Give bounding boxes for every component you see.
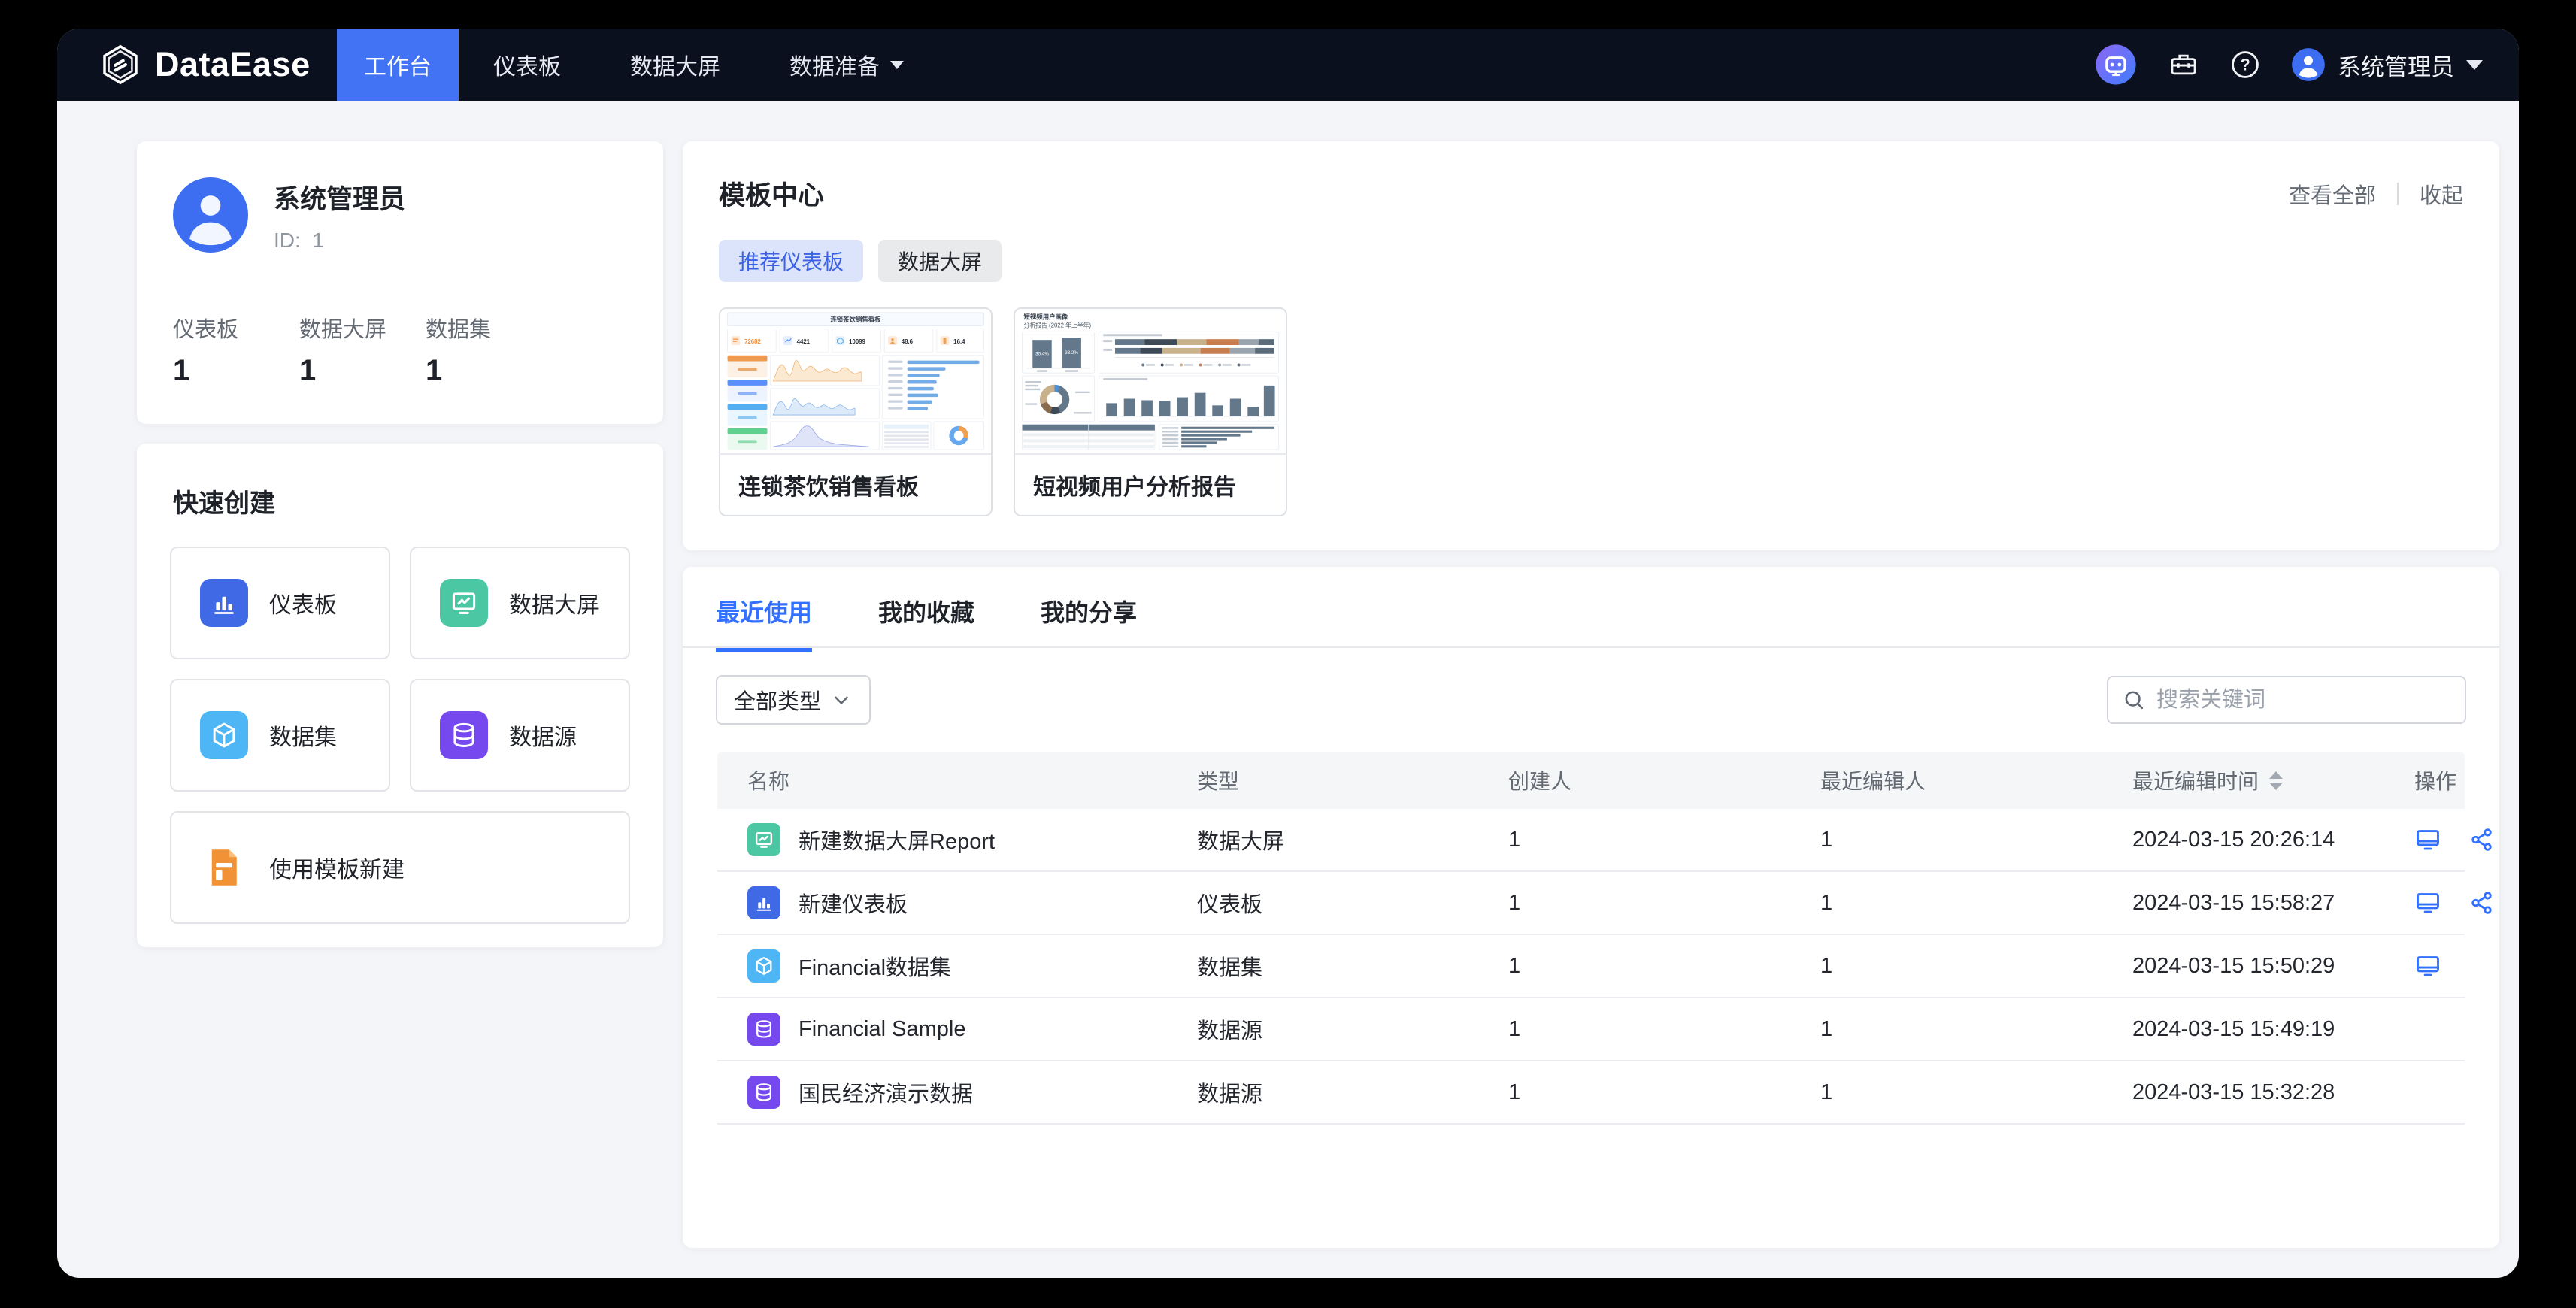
create-dataset-button[interactable]: 数据集: [170, 679, 390, 792]
chip-data-screens[interactable]: 数据大屏: [878, 240, 1002, 282]
dataset-cube-icon: [200, 711, 248, 759]
nav-tab-dashboard[interactable]: 仪表板: [459, 29, 596, 101]
recent-table: 名称 类型 创建人 最近编辑人 最近编辑时间 操作 新建数据大屏Report 数…: [717, 752, 2465, 1125]
svg-text:48.6: 48.6: [902, 338, 914, 345]
dashboard-icon: [747, 886, 780, 919]
chevron-down-icon: [890, 61, 904, 69]
help-icon[interactable]: ?: [2229, 49, 2261, 80]
data-screen-icon: [747, 823, 780, 856]
col-edit-time: 最近编辑时间: [2102, 752, 2384, 809]
search-input[interactable]: [2156, 688, 2427, 713]
col-editor: 最近编辑人: [1790, 752, 2102, 809]
stat-screen: 数据大屏 1: [299, 312, 426, 388]
profile-card: 系统管理员 ID: 1 仪表板 1 数据大屏 1 数据集 1: [137, 141, 663, 424]
create-dashboard-button[interactable]: 仪表板: [170, 547, 390, 659]
user-menu[interactable]: 系统管理员: [2291, 47, 2483, 82]
stat-dataset: 数据集 1: [426, 312, 552, 388]
avatar: [2291, 47, 2326, 82]
table-row[interactable]: Financial Sample 数据源 1 1 2024-03-15 15:4…: [717, 998, 2465, 1061]
navbar-actions: ? 系统管理员: [2094, 43, 2519, 86]
chip-recommended-dashboards[interactable]: 推荐仪表板: [719, 240, 863, 282]
dataset-cube-icon: [747, 949, 780, 983]
sort-icon[interactable]: [2269, 771, 2283, 790]
template-thumbnail-tea-sales: 连锁茶饮销售看板 72682 4421 10099 48.6 16.: [720, 309, 991, 453]
nav-tab-screen[interactable]: 数据大屏: [596, 29, 755, 101]
preview-display-icon[interactable]: [2414, 952, 2441, 979]
collapse-link[interactable]: 收起: [2420, 178, 2463, 210]
dashboard-icon: [200, 579, 248, 627]
app-window: DataEase 工作台 仪表板 数据大屏 数据准备: [57, 29, 2519, 1278]
svg-text:4421: 4421: [797, 338, 811, 345]
svg-text:连锁茶饮销售看板: 连锁茶饮销售看板: [830, 316, 881, 323]
brand: DataEase: [57, 44, 320, 86]
svg-text:?: ?: [2240, 56, 2250, 74]
divider: [2397, 183, 2399, 205]
svg-text:短视频用户画像: 短视频用户画像: [1024, 313, 1068, 321]
search-box[interactable]: [2107, 676, 2466, 724]
toolbox-icon[interactable]: [2168, 49, 2199, 80]
nav-tab-data-prep[interactable]: 数据准备: [755, 29, 938, 101]
search-icon: [2122, 688, 2146, 712]
svg-text:分析报告 (2022 年上半年): 分析报告 (2022 年上半年): [1024, 321, 1092, 329]
ai-assistant-icon[interactable]: [2094, 43, 2138, 86]
recent-tabs: 最近使用 我的收藏 我的分享: [716, 594, 2466, 652]
template-card-title: 连锁茶饮销售看板: [720, 453, 991, 515]
table-row[interactable]: 国民经济演示数据 数据源 1 1 2024-03-15 15:32:28: [717, 1061, 2465, 1125]
share-icon[interactable]: [2468, 826, 2496, 853]
svg-text:72682: 72682: [744, 338, 761, 345]
tab-my-favorites[interactable]: 我的收藏: [878, 594, 974, 652]
quick-create-title: 快速创建: [173, 483, 630, 519]
dataease-logo-icon: [99, 44, 141, 86]
col-type: 类型: [1167, 752, 1478, 809]
template-card-title: 短视频用户分析报告: [1015, 453, 1286, 515]
preview-display-icon[interactable]: [2414, 889, 2441, 916]
template-center-title: 模板中心: [719, 174, 824, 213]
tab-recently-used[interactable]: 最近使用: [716, 594, 812, 652]
quick-create-card: 快速创建 仪表板 数据大屏 数据集: [137, 444, 663, 947]
nav-tab-workspace[interactable]: 工作台: [337, 29, 459, 101]
type-filter-select[interactable]: 全部类型: [716, 675, 871, 725]
nav-tabs: 工作台 仪表板 数据大屏 数据准备: [337, 29, 938, 101]
recent-card: 最近使用 我的收藏 我的分享 全部类型 名称 类型 创建人 最近编辑人 最近: [683, 567, 2499, 1248]
tabs-divider: [683, 646, 2499, 648]
col-actions: 操作: [2384, 752, 2465, 809]
preview-display-icon[interactable]: [2414, 826, 2441, 853]
data-screen-icon: [440, 579, 488, 627]
datasource-db-icon: [747, 1076, 780, 1109]
table-row[interactable]: 新建数据大屏Report 数据大屏 1 1 2024-03-15 20:26:1…: [717, 809, 2465, 872]
brand-name: DataEase: [155, 45, 311, 84]
profile-name: 系统管理员: [274, 178, 405, 216]
share-icon[interactable]: [2468, 889, 2496, 916]
svg-text:10099: 10099: [849, 338, 865, 345]
chevron-down-icon: [830, 689, 853, 711]
svg-text:16.4: 16.4: [953, 338, 965, 345]
table-row[interactable]: 新建仪表板 仪表板 1 1 2024-03-15 15:58:27: [717, 872, 2465, 935]
view-all-link[interactable]: 查看全部: [2289, 178, 2376, 210]
create-from-template-button[interactable]: 使用模板新建: [170, 811, 630, 924]
tab-my-shares[interactable]: 我的分享: [1041, 594, 1137, 652]
profile-stats: 仪表板 1 数据大屏 1 数据集 1: [173, 312, 627, 388]
template-card-tea-sales[interactable]: 连锁茶饮销售看板 72682 4421 10099 48.6 16.: [719, 307, 993, 516]
profile-avatar: [173, 177, 248, 253]
user-name: 系统管理员: [2338, 48, 2454, 82]
col-creator: 创建人: [1478, 752, 1790, 809]
chevron-down-icon: [2466, 60, 2483, 70]
top-navbar: DataEase 工作台 仪表板 数据大屏 数据准备: [57, 29, 2519, 101]
template-page-icon: [200, 843, 248, 892]
svg-text:30.4%: 30.4%: [1035, 352, 1049, 357]
col-name: 名称: [717, 752, 1167, 809]
stat-dashboard: 仪表板 1: [173, 312, 299, 388]
datasource-db-icon: [747, 1013, 780, 1046]
table-header: 名称 类型 创建人 最近编辑人 最近编辑时间 操作: [717, 752, 2465, 809]
template-card-video-analysis[interactable]: 短视频用户画像 分析报告 (2022 年上半年) 30.4% 33.2%: [1014, 307, 1287, 516]
profile-id: ID: 1: [274, 229, 405, 253]
create-screen-button[interactable]: 数据大屏: [410, 547, 630, 659]
svg-text:33.2%: 33.2%: [1065, 350, 1078, 356]
create-datasource-button[interactable]: 数据源: [410, 679, 630, 792]
datasource-db-icon: [440, 711, 488, 759]
template-center-card: 模板中心 查看全部 收起 推荐仪表板 数据大屏 连锁茶饮销售看板: [683, 141, 2499, 550]
table-row[interactable]: Financial数据集 数据集 1 1 2024-03-15 15:50:29: [717, 935, 2465, 998]
template-filter-chips: 推荐仪表板 数据大屏: [719, 240, 2463, 282]
template-thumbnail-video-analysis: 短视频用户画像 分析报告 (2022 年上半年) 30.4% 33.2%: [1015, 309, 1286, 453]
